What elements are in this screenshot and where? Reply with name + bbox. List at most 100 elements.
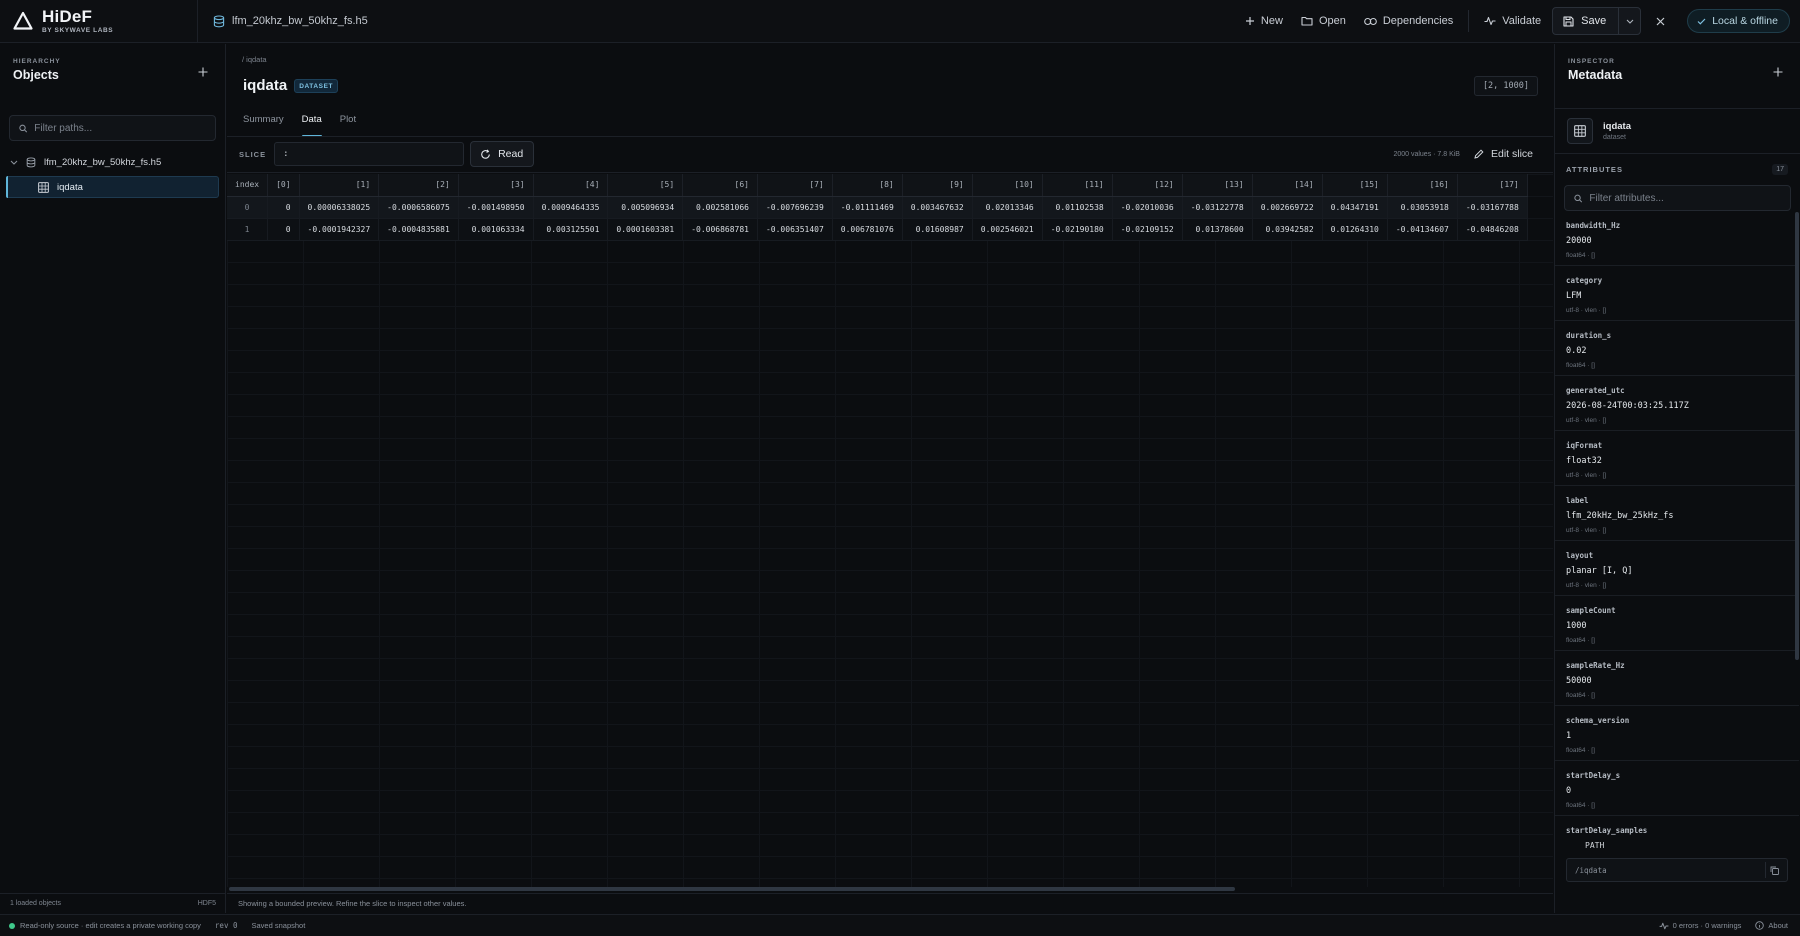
table-cell[interactable]: 0.006781076 xyxy=(832,218,903,241)
tree-item-root[interactable]: lfm_20khz_bw_50khz_fs.h5 xyxy=(0,151,225,173)
table-cell[interactable]: -0.0001942327 xyxy=(299,218,380,241)
filter-paths-input[interactable] xyxy=(34,122,215,134)
table-cell[interactable]: -0.03122778 xyxy=(1182,196,1253,219)
add-attribute-button[interactable] xyxy=(1770,64,1786,80)
inspector-panel: INSPECTOR Metadata iqdata dataset ATTRIB… xyxy=(1554,44,1800,913)
table-cell[interactable]: 0.005096934 xyxy=(607,196,684,219)
tab-plot[interactable]: Plot xyxy=(340,110,356,136)
column-header: [9] xyxy=(902,174,973,197)
tab-summary[interactable]: Summary xyxy=(243,110,284,136)
table-cell[interactable]: 0.01264310 xyxy=(1322,218,1388,241)
table-cell[interactable]: -0.006351407 xyxy=(757,218,833,241)
attribute-item[interactable]: startDelay_s 0 float64 · [] xyxy=(1555,761,1799,816)
table-cell[interactable]: -0.006868781 xyxy=(682,218,758,241)
attribute-item[interactable]: label lfm_20kHz_bw_25kHz_fs utf-8 · vlen ·… xyxy=(1555,486,1799,541)
table-cell[interactable]: 0.04347191 xyxy=(1322,196,1388,219)
table-cell[interactable]: -0.04134607 xyxy=(1387,218,1458,241)
table-row[interactable]: 1 0 -0.0001942327 -0.0004835881 0.001063334 0… xyxy=(227,218,1528,241)
new-button[interactable]: New xyxy=(1236,7,1292,35)
table-cell[interactable]: -0.02109152 xyxy=(1112,218,1183,241)
tree-item-label: iqdata xyxy=(57,181,83,193)
attribute-item[interactable]: layout planar [I, Q] utf-8 · vlen · [] xyxy=(1555,541,1799,596)
attribute-type: float64 · [] xyxy=(1566,747,1595,754)
attribute-value: 20000 xyxy=(1566,236,1592,246)
table-cell[interactable]: 0.01378600 xyxy=(1182,218,1253,241)
attribute-type: float64 · [] xyxy=(1566,802,1595,809)
path-field: /iqdata xyxy=(1566,858,1788,882)
table-cell[interactable]: -0.02190180 xyxy=(1042,218,1113,241)
table-cell[interactable]: 0.01102538 xyxy=(1042,196,1113,219)
column-header: [14] xyxy=(1252,174,1323,197)
tree-item-iqdata[interactable]: iqdata xyxy=(6,176,219,198)
tab-data[interactable]: Data xyxy=(301,110,322,137)
attribute-item[interactable]: sampleCount 1000 float64 · [] xyxy=(1555,596,1799,651)
table-cell[interactable]: -0.02010036 xyxy=(1112,196,1183,219)
snapshot-status: Saved snapshot xyxy=(251,921,306,930)
horizontal-scrollbar[interactable] xyxy=(229,887,1235,891)
attribute-item[interactable]: startDelay_samples0float64 · [] xyxy=(1555,816,1799,840)
link-icon xyxy=(1364,17,1377,25)
open-button[interactable]: Open xyxy=(1292,7,1355,35)
tree-item-label: lfm_20khz_bw_50khz_fs.h5 xyxy=(44,156,162,168)
save-options-button[interactable] xyxy=(1618,8,1640,34)
vertical-scrollbar[interactable] xyxy=(1795,212,1799,660)
brand: HiDeF BY SKYWAVE LABS xyxy=(0,0,198,43)
open-file-name: lfm_20khz_bw_50khz_fs.h5 xyxy=(213,14,368,28)
attribute-item[interactable]: bandwidth_Hz 20000 float64 · [] xyxy=(1555,211,1799,266)
table-cell[interactable]: 0.002669722 xyxy=(1252,196,1323,219)
attribute-item[interactable]: schema_version 1 float64 · [] xyxy=(1555,706,1799,761)
table-cell[interactable]: 0 xyxy=(267,218,300,241)
copy-path-button[interactable] xyxy=(1765,862,1783,878)
table-row[interactable]: 0 0 0.00006338025 -0.0006586075 -0.001498950… xyxy=(227,196,1528,219)
diagnostics-label: 0 errors · 0 warnings xyxy=(1672,921,1742,930)
filter-attributes-input[interactable] xyxy=(1589,192,1790,204)
dataset-shape: [2, 1000] xyxy=(1473,76,1538,96)
table-cell[interactable]: 0.0009464335 xyxy=(533,196,609,219)
attribute-item[interactable]: generated_utc 2026-08-24T00:03:25.117Z utf… xyxy=(1555,376,1799,431)
table-cell[interactable]: 0.00006338025 xyxy=(299,196,380,219)
table-cell[interactable]: 0.01608987 xyxy=(902,218,973,241)
about-button[interactable]: About xyxy=(1755,921,1788,930)
table-cell[interactable]: 0.002546021 xyxy=(972,218,1043,241)
diagnostics-button[interactable]: 0 errors · 0 warnings xyxy=(1659,921,1742,930)
attribute-value: 0 xyxy=(1566,786,1572,796)
attribute-value: lfm_20kHz_bw_25kHz_fs xyxy=(1566,511,1674,521)
table-cell[interactable]: -0.04846208 xyxy=(1457,218,1528,241)
table-cell[interactable]: -0.001498950 xyxy=(458,196,534,219)
close-file-button[interactable] xyxy=(1647,8,1673,34)
attribute-item[interactable]: duration_s 0.02 float64 · [] xyxy=(1555,321,1799,376)
attribute-item[interactable]: category LFM utf-8 · vlen · [] xyxy=(1555,266,1799,321)
table-cell[interactable]: -0.007696239 xyxy=(757,196,833,219)
save-button[interactable]: Save xyxy=(1553,8,1618,34)
row-index-cell[interactable]: 0 xyxy=(227,196,269,219)
table-cell[interactable]: -0.0004835881 xyxy=(378,218,459,241)
table-cell[interactable]: 0.03942582 xyxy=(1252,218,1323,241)
mode-status-pill[interactable]: Local & offline xyxy=(1687,9,1790,33)
attribute-key: layout xyxy=(1566,551,1594,560)
add-object-button[interactable] xyxy=(195,64,211,80)
logo-icon xyxy=(13,11,33,30)
table-cell[interactable]: 0.003125501 xyxy=(533,218,609,241)
edit-slice-button[interactable]: Edit slice xyxy=(1474,148,1533,160)
table-cell[interactable]: 0 xyxy=(267,196,300,219)
table-cell[interactable]: 0.0001603381 xyxy=(607,218,684,241)
table-cell[interactable]: -0.0006586075 xyxy=(378,196,459,219)
dependencies-button[interactable]: Dependencies xyxy=(1355,7,1462,35)
table-cell[interactable]: -0.03167788 xyxy=(1457,196,1528,219)
row-index-cell[interactable]: 1 xyxy=(227,218,269,241)
attribute-item[interactable]: sampleRate_Hz 50000 float64 · [] xyxy=(1555,651,1799,706)
table-cell[interactable]: 0.003467632 xyxy=(902,196,973,219)
slice-input[interactable] xyxy=(274,142,465,166)
read-button-label: Read xyxy=(498,148,524,160)
read-button[interactable]: Read xyxy=(470,141,535,167)
table-cell[interactable]: 0.02013346 xyxy=(972,196,1043,219)
table-cell[interactable]: 0.002581066 xyxy=(682,196,758,219)
table-cell[interactable]: -0.01111469 xyxy=(832,196,903,219)
chevron-down-icon[interactable] xyxy=(10,160,18,165)
validate-button[interactable]: Validate xyxy=(1475,7,1550,35)
table-cell[interactable]: 0.03053918 xyxy=(1387,196,1458,219)
column-header: [5] xyxy=(607,174,684,197)
table-cell[interactable]: 0.001063334 xyxy=(458,218,534,241)
attribute-item[interactable]: iqFormat float32 utf-8 · vlen · [] xyxy=(1555,431,1799,486)
data-grid: index [0] [1] [2] [3] [4] [5] [6] [7] [8] [9] [10][… xyxy=(227,174,1553,887)
